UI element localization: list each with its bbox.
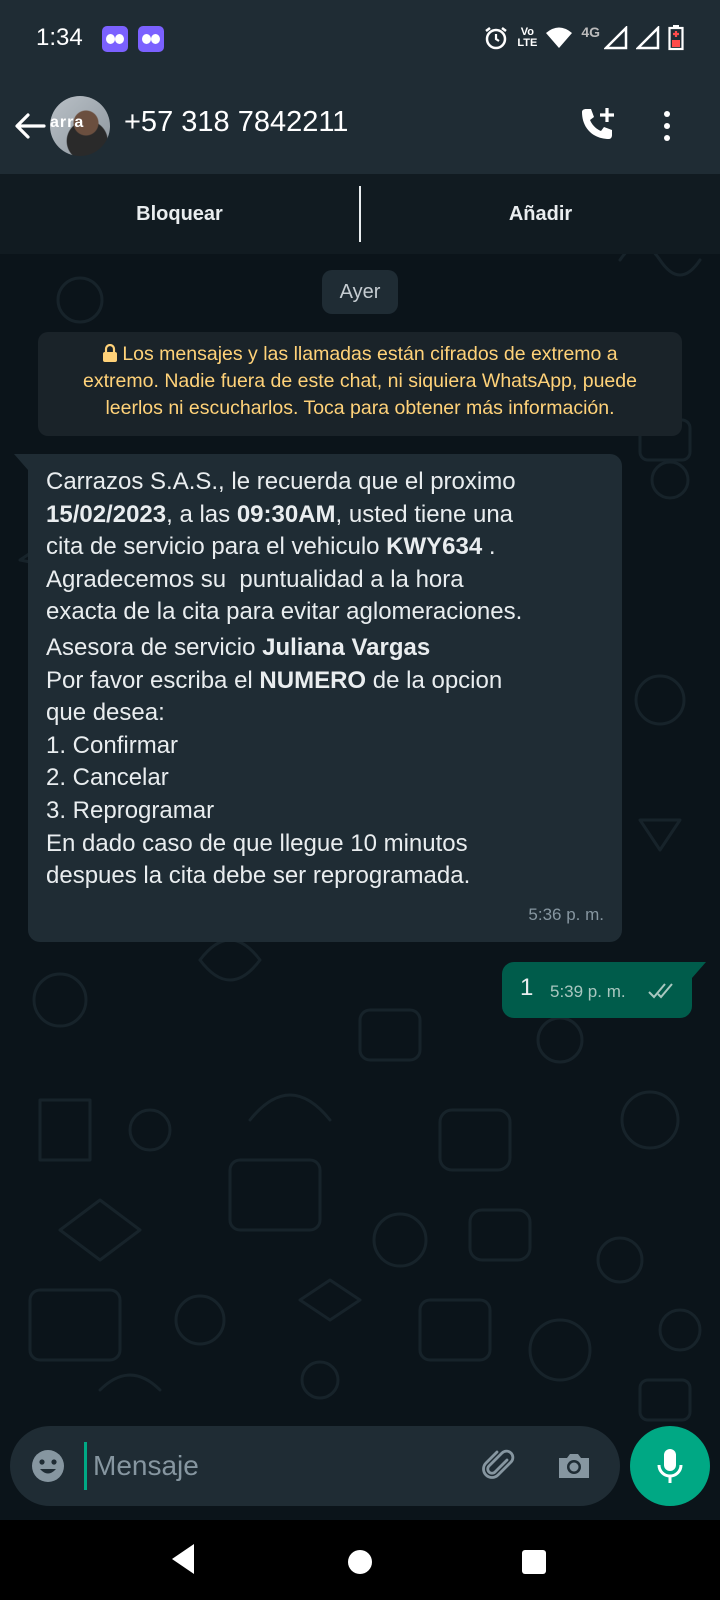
read-receipt-icon [648,983,673,999]
message-text: de la opcion [366,666,503,694]
outgoing-message[interactable]: 1 5:39 p. m. [502,962,706,1018]
message-text: , usted tiene una [335,500,514,528]
nav-back-icon[interactable] [170,1542,196,1576]
battery-icon [668,25,684,51]
message-timestamp: 5:39 p. m. [550,982,626,1001]
encryption-text: Los mensajes y las llamadas están cifrad… [122,343,618,365]
message-bold: NUMERO [259,666,367,694]
mic-icon [657,1449,683,1483]
message-text: . [482,533,496,561]
message-line: Por favor escriba el NUMERO de la opcion [46,665,604,698]
message-line: despues la cita debe ser reprogramada. [46,862,471,890]
encryption-line: Los mensajes y las llamadas están cifrad… [48,341,672,368]
option-cancel: 2. Cancelar [46,764,169,792]
message-line: cita de servicio para el vehiculo KWY634… [46,531,604,564]
volte-icon: Vo LTE [517,27,537,49]
message-text: , a las [166,500,237,528]
message-text: Asesora de servicio [46,633,263,661]
message-line: que desea: [46,699,165,727]
more-vert-icon[interactable] [650,104,684,148]
block-button[interactable]: Bloquear [0,174,359,254]
add-call-icon[interactable] [574,104,618,148]
encryption-line: extremo. Nadie fuera de este chat, ni si… [83,370,637,392]
alarm-icon [485,27,508,50]
emoji-icon[interactable] [28,1446,68,1486]
message-timestamp: 5:36 p. m. [528,905,604,925]
attach-icon[interactable] [480,1446,520,1486]
avatar-logo-text: arra [50,114,85,131]
encryption-line: leerlos ni escucharlos. Toca para obtene… [105,397,615,419]
message-input[interactable] [84,1442,464,1490]
vehicle-plate: KWY634 [386,533,483,561]
nav-recents-icon[interactable] [522,1550,546,1574]
chat-header: arra +57 318 7842211 [0,78,720,174]
status-time: 1:34 [36,24,83,51]
lock-icon [103,344,118,362]
option-reschedule: 3. Reprogramar [46,796,215,824]
back-button[interactable] [10,102,50,150]
add-contact-button[interactable]: Añadir [361,174,720,254]
message-line: Agradecemos su puntualidad a la hora [46,565,464,593]
nav-home-icon[interactable] [348,1550,372,1574]
message-composer [10,1426,620,1506]
app-notification-icon [138,26,164,52]
date-chip: Ayer [322,270,398,314]
contact-name[interactable]: +57 318 7842211 [124,106,348,139]
signal-icon [604,26,628,50]
status-bar: 1:34 Vo LTE 4G [0,0,720,78]
message-text: Por favor escriba el [46,666,260,694]
volte-label-bottom: LTE [517,37,538,49]
camera-icon[interactable] [554,1446,594,1486]
message-text: 1 [520,974,534,1001]
message-line: Asesora de servicio Juliana Vargas [46,632,604,665]
contact-avatar[interactable]: arra [50,96,110,156]
message-line: 15/02/2023, a las 09:30AM, usted tiene u… [46,499,604,532]
system-nav-bar [0,1520,720,1600]
appointment-time: 09:30AM [236,500,336,528]
signal-icon [636,26,660,50]
wifi-icon [546,27,573,48]
message-line: En dado caso de que llegue 10 minutos [46,829,468,857]
message-line: exacta de la cita para evitar aglomeraci… [46,598,523,626]
status-icons: Vo LTE 4G [483,22,684,54]
network-type-label: 4G [581,24,600,40]
message-text: cita de servicio para el vehiculo [46,533,387,561]
encryption-notice[interactable]: Los mensajes y las llamadas están cifrad… [38,332,682,436]
appointment-date: 15/02/2023 [46,500,167,528]
option-confirm: 1. Confirmar [46,731,179,759]
back-arrow-icon [15,113,46,139]
incoming-message[interactable]: Carrazos S.A.S., le recuerda que el prox… [14,454,622,942]
advisor-name: Juliana Vargas [262,633,431,661]
voice-record-button[interactable] [630,1426,710,1506]
message-line: Carrazos S.A.S., le recuerda que el prox… [46,468,516,495]
app-notification-icon [102,26,128,52]
unknown-contact-actions: Bloquear Añadir [0,174,720,254]
